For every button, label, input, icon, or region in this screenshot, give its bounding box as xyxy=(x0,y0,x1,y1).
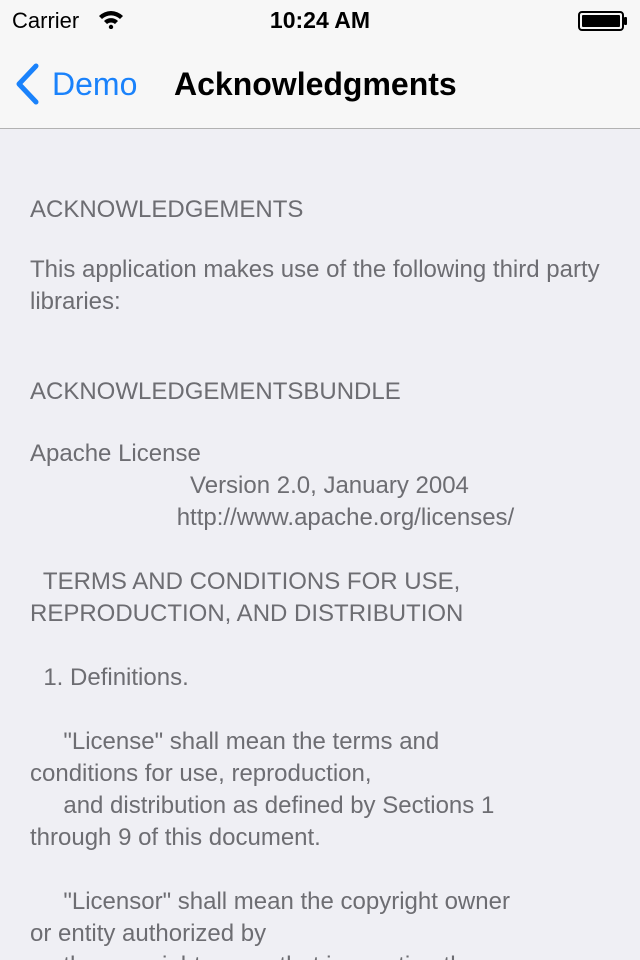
intro-text: This application makes use of the follow… xyxy=(30,256,607,315)
chevron-left-icon xyxy=(16,63,39,105)
library-heading: ACKNOWLEDGEMENTSBUNDLE xyxy=(30,378,401,405)
battery-icon xyxy=(578,11,627,31)
acknowledgements-text[interactable]: ACKNOWLEDGEMENTS This application makes … xyxy=(30,160,614,960)
acknowledgements-heading: ACKNOWLEDGEMENTS xyxy=(30,196,304,223)
navigation-bar: Demo Acknowledgments xyxy=(0,40,640,129)
back-button-label: Demo xyxy=(52,65,138,102)
status-time: 10:24 AM xyxy=(269,7,371,33)
status-bar: Carrier 10:24 AM xyxy=(0,0,640,40)
license-text: Apache License Version 2.0, January 2004… xyxy=(30,440,515,960)
back-button[interactable]: Demo xyxy=(14,62,137,106)
page-title: Acknowledgments xyxy=(174,66,457,102)
